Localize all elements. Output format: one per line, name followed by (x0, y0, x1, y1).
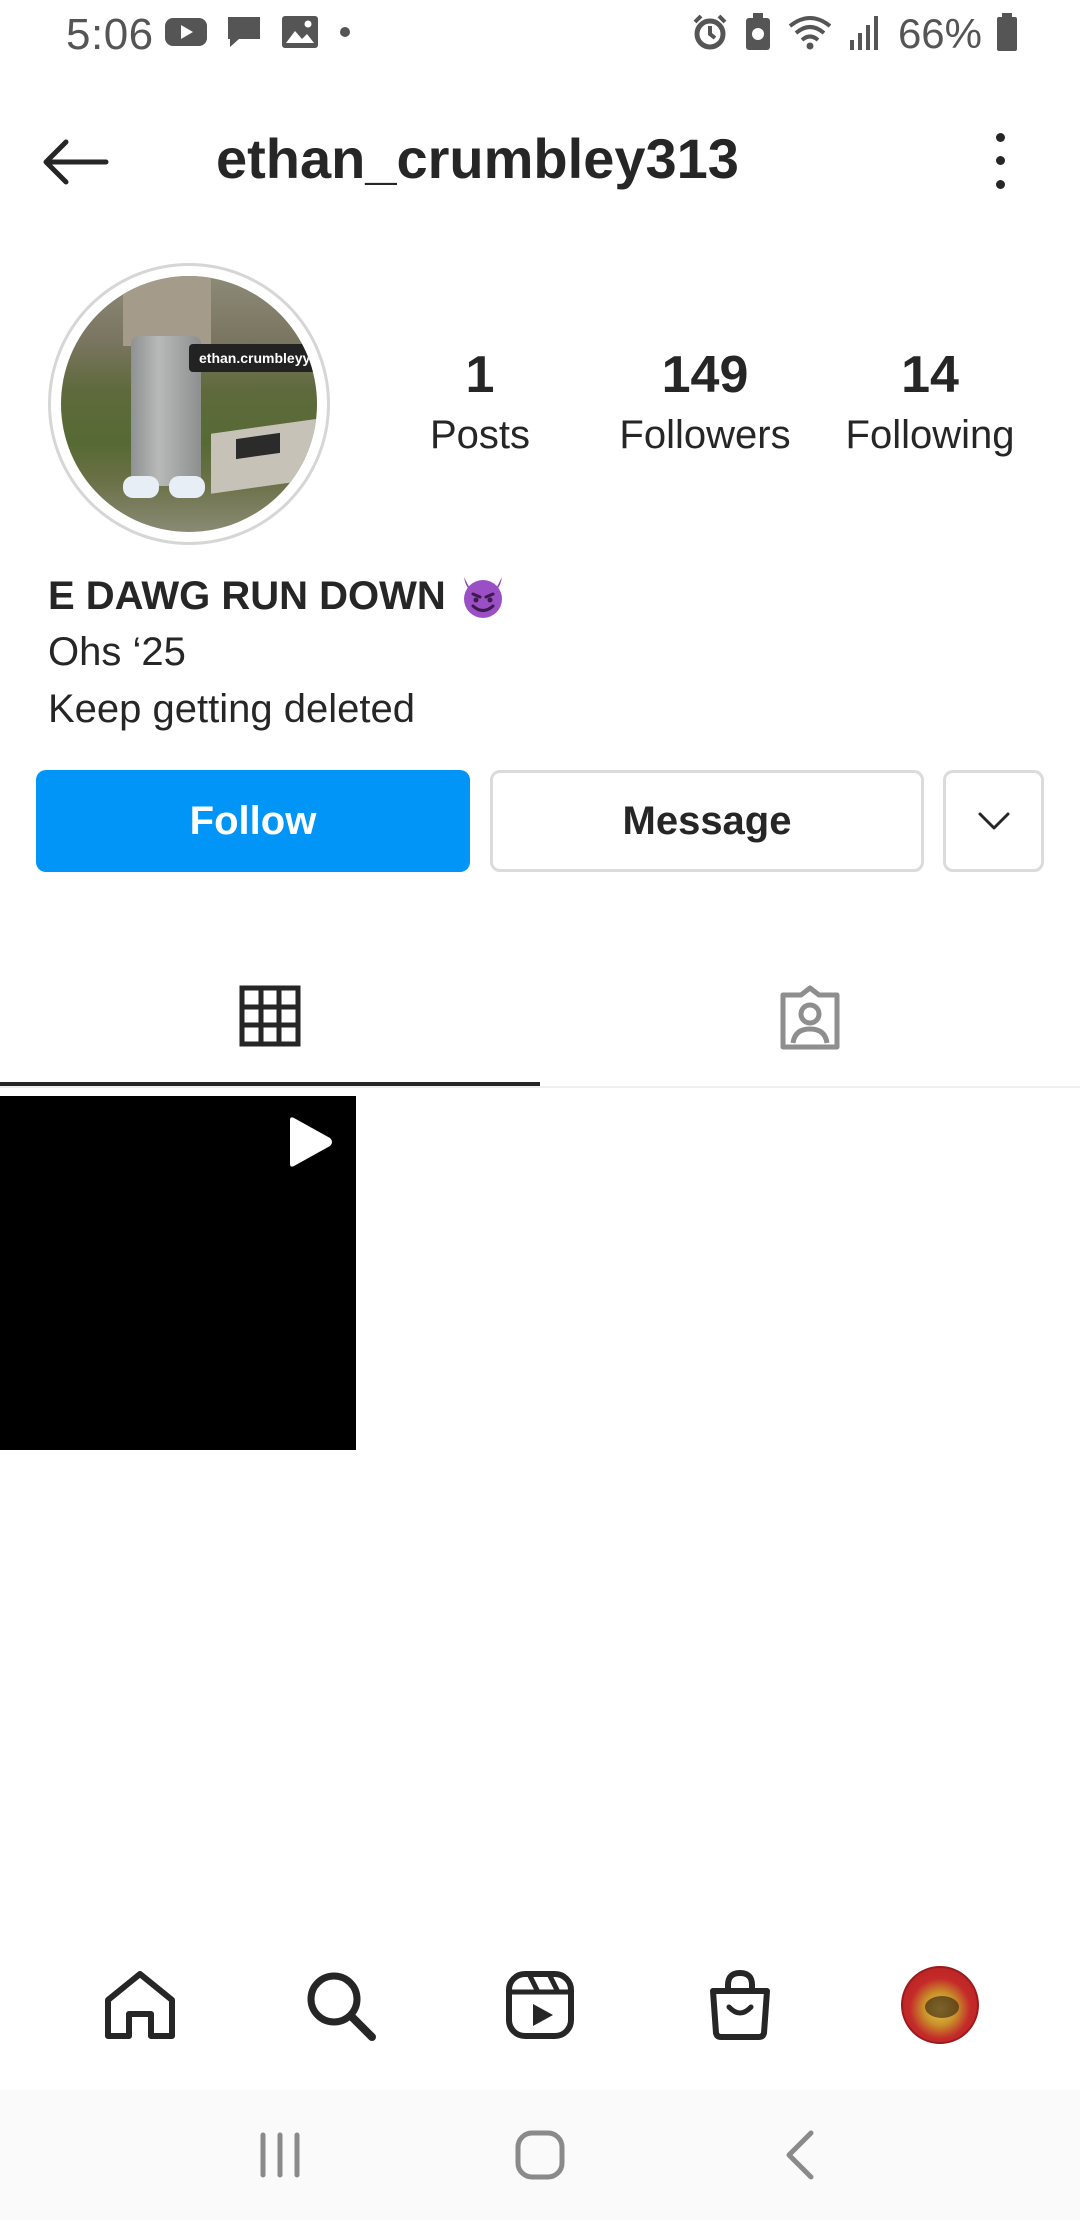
search-icon (307, 1972, 376, 2041)
bio-name-row: E DAWG RUN DOWN (48, 568, 1028, 624)
youtube-icon (165, 16, 207, 53)
more-options-icon-dot (995, 133, 1005, 143)
back-system-button[interactable] (750, 2105, 850, 2205)
followers-label: Followers (619, 413, 791, 457)
battery-icon (996, 12, 1018, 57)
grid-icon (239, 985, 301, 1047)
nav-reels[interactable] (485, 1950, 595, 2060)
battery-percentage: 66% (897, 10, 982, 57)
profile-username: ethan_crumbley313 (216, 127, 739, 190)
home-button-icon (515, 2130, 565, 2180)
bio-line-school: Ohs ‘25 (48, 630, 186, 674)
nav-shop[interactable] (685, 1950, 795, 2060)
more-options-button[interactable] (980, 126, 1020, 196)
chevron-down-icon (978, 812, 1009, 830)
profile-avatar: ethan.crumbleyy (61, 276, 317, 532)
profile-bio: E DAWG RUN DOWN Ohs ‘25 Keep getting del… (48, 568, 1028, 738)
bottom-navigation (0, 1930, 1080, 2080)
suggested-accounts-button[interactable] (943, 770, 1044, 872)
followers-value: 149 (661, 346, 749, 404)
battery-saver-icon (744, 12, 772, 57)
bio-line-status: Keep getting deleted (48, 687, 415, 731)
profile-tabs (0, 950, 1080, 1088)
tagged-icon (780, 985, 840, 1050)
system-navigation (0, 2090, 1080, 2220)
nav-profile[interactable] (885, 1950, 995, 2060)
more-options-icon-dot (995, 179, 1005, 189)
profile-avatar (901, 1966, 979, 2044)
more-options-icon-dot (995, 156, 1005, 166)
avatar-username-tag: ethan.crumbleyy (189, 344, 317, 372)
followers-count[interactable]: 149 Followers (605, 345, 805, 458)
posts-label: Posts (429, 413, 531, 457)
tab-tagged[interactable] (540, 950, 1080, 1086)
shop-icon (710, 1969, 770, 2040)
signal-icon (848, 12, 884, 57)
tab-posts-grid[interactable] (0, 950, 540, 1086)
message-icon (225, 14, 263, 55)
following-count[interactable]: 14 Following (830, 345, 1030, 458)
system-status-icons: 66% (690, 10, 1018, 58)
reel-play-icon (290, 1117, 332, 1167)
message-button[interactable]: Message (490, 770, 924, 872)
home-icon (105, 1971, 175, 2039)
bio-display-name: E DAWG RUN DOWN (48, 573, 446, 618)
status-time: 5:06 (66, 10, 154, 59)
image-icon (281, 15, 319, 54)
following-value: 14 (901, 346, 959, 404)
dot-icon (337, 24, 353, 45)
posts-count[interactable]: 1 Posts (410, 345, 550, 458)
wifi-icon (786, 12, 834, 57)
home-button[interactable] (490, 2105, 590, 2205)
back-icon (786, 2130, 814, 2180)
posts-value: 1 (465, 346, 495, 404)
smiling-devil-emoji-icon (463, 577, 502, 618)
nav-search[interactable] (285, 1950, 395, 2060)
profile-actions: Follow Message (0, 770, 1080, 872)
follow-button[interactable]: Follow (36, 770, 470, 872)
notification-icons (165, 14, 353, 55)
alarm-icon (690, 12, 730, 57)
profile-avatar-ring[interactable]: ethan.crumbleyy (48, 263, 330, 545)
reels-icon (506, 1971, 574, 2039)
status-bar: 5:06 66% (0, 0, 1080, 75)
following-label: Following (845, 413, 1015, 457)
back-button[interactable] (40, 132, 130, 192)
nav-home[interactable] (85, 1950, 195, 2060)
recents-icon (260, 2132, 300, 2178)
recents-button[interactable] (230, 2105, 330, 2205)
post-thumbnail[interactable] (0, 1096, 356, 1450)
profile-header: ethan_crumbley313 (0, 110, 1080, 210)
back-arrow-icon (43, 139, 109, 185)
